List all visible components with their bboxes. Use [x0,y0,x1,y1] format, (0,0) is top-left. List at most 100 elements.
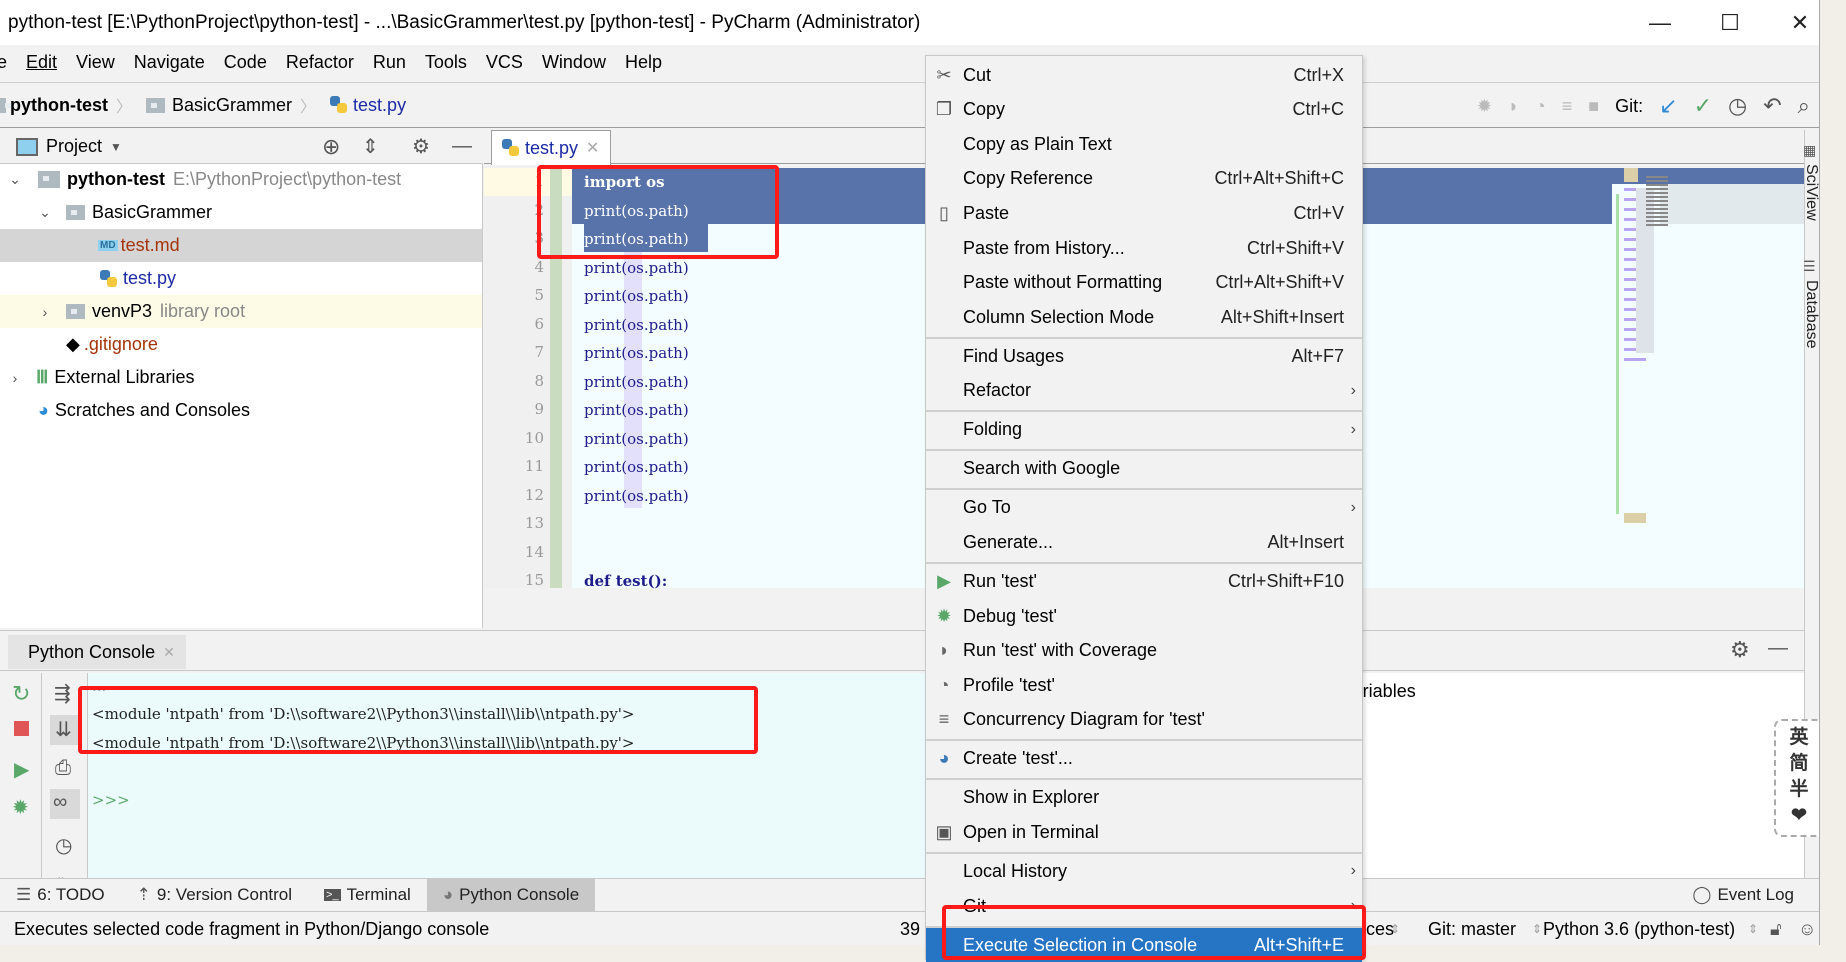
tree-item-project-root[interactable]: ⌄ python-test E:\PythonProject\python-te… [0,163,482,196]
hide-panel-icon[interactable]: — [1768,637,1788,660]
code-line[interactable]: print(os.path) [584,484,689,508]
coverage-icon[interactable]: ◗ [1508,96,1519,117]
menu-item-copy-as-plain-text[interactable]: Copy as Plain Text [926,127,1362,161]
menu-item-show-in-explorer[interactable]: Show in Explorer [926,781,1362,815]
git-update-icon[interactable]: ↙ [1659,93,1677,119]
menu-item-find-usages[interactable]: Find Usages Alt+F7 [926,339,1362,373]
menu-item-cut[interactable]: ✂ Cut Ctrl+X [926,58,1362,92]
menu-navigate[interactable]: Navigate [134,52,205,73]
interpreter-selector[interactable]: Python 3.6 (python-test) [1543,919,1735,940]
maximize-button[interactable]: ☐ [1695,0,1765,45]
tree-item-external-libraries[interactable]: › Ⅲ External Libraries [0,361,482,394]
code-line[interactable]: print(os.path) [584,341,689,365]
menu-item-run-test[interactable]: ▶ Run 'test' Ctrl+Shift+F10 [926,564,1362,598]
lock-icon[interactable]: 🔓︎ [1770,919,1782,940]
menu-item-create-test[interactable]: ◕ Create 'test'... [926,742,1362,776]
menu-vcs[interactable]: VCS [486,52,523,73]
cursor-position[interactable]: 39 [900,919,920,940]
expand-icon[interactable]: ⌄ [8,171,22,188]
dropdown-icon[interactable]: ▼ [110,140,122,154]
database-tab[interactable]: Database [1802,280,1819,349]
menu-item-generate[interactable]: Generate... Alt+Insert [926,525,1362,559]
stop-icon[interactable]: ■ [1588,96,1599,117]
menu-item-go-to[interactable]: Go To › [926,491,1362,525]
git-commit-icon[interactable]: ✓ [1694,93,1712,119]
project-view-selector[interactable]: Project [46,136,102,157]
settings-icon[interactable]: ⚙ [1730,637,1750,663]
menu-refactor[interactable]: Refactor [286,52,354,73]
code-line[interactable]: print(os.path) [584,284,689,308]
menu-file[interactable]: e [0,52,7,73]
expand-icon[interactable]: › [38,304,52,320]
stop-icon[interactable] [14,721,29,736]
tree-item-scratches[interactable]: ◕ Scratches and Consoles [0,394,482,427]
debug-icon[interactable]: ✹ [12,795,29,820]
code-line[interactable]: print(os.path) [584,313,689,337]
collapse-all-icon[interactable]: ⇕ [362,134,379,159]
menu-item-paste-without-formatting[interactable]: Paste without Formatting Ctrl+Alt+Shift+V [926,266,1362,300]
history-icon[interactable]: ◷ [1728,93,1747,119]
expand-icon[interactable]: ⌄ [38,204,52,221]
tool-tab-version-control[interactable]: ⇡ 9: Version Control [121,878,308,912]
search-icon[interactable]: ⌕ [1798,93,1810,119]
debug-icon[interactable]: ✹ [1477,96,1492,117]
menu-item-local-history[interactable]: Local History › [926,854,1362,888]
settings-icon[interactable]: ⚙ [412,134,430,159]
event-log-button[interactable]: ◯ Event Log [1676,878,1810,912]
run-icon[interactable]: ▶ [14,757,29,782]
close-button[interactable]: ✕ [1765,0,1819,45]
menu-item-refactor[interactable]: Refactor › [926,374,1362,408]
menu-window[interactable]: Window [542,52,606,73]
code-line[interactable]: print(os.path) [584,370,689,394]
tree-item-basicgrammer[interactable]: ⌄ BasicGrammer [0,196,482,229]
menu-item-paste[interactable]: ▯ Paste Ctrl+V [926,196,1362,230]
menu-item-concurrency-diagram-for-test[interactable]: ≡ Concurrency Diagram for 'test' [926,703,1362,737]
soft-wrap-icon[interactable]: ⇶ [54,681,71,706]
minimize-button[interactable]: — [1625,0,1695,45]
menu-view[interactable]: View [76,52,115,73]
menu-help[interactable]: Help [625,52,662,73]
menu-run[interactable]: Run [373,52,406,73]
concurrency-icon[interactable]: ≡ [1562,96,1573,117]
print-icon[interactable]: ⎙ [55,757,71,780]
menu-tools[interactable]: Tools [425,52,467,73]
code-line[interactable]: print(os.path) [584,455,689,479]
tree-item-venvp3[interactable]: › venvP3 library root [0,295,482,328]
close-tab-icon[interactable]: ✕ [163,644,175,661]
hide-panel-icon[interactable]: — [452,135,472,158]
expand-icon[interactable]: › [8,370,22,386]
tree-item-test-md[interactable]: MD test.md [0,229,482,262]
menu-item-copy-reference[interactable]: Copy Reference Ctrl+Alt+Shift+C [926,162,1362,196]
menu-item-column-selection-mode[interactable]: Column Selection Mode Alt+Shift+Insert [926,300,1362,334]
breadcrumb-project[interactable]: python-test 〉 [0,93,140,117]
menu-item-open-in-terminal[interactable]: ▣ Open in Terminal [926,815,1362,849]
tool-tab-terminal[interactable]: >_ Terminal [308,878,427,912]
menu-code[interactable]: Code [224,52,267,73]
profile-icon[interactable]: ◔ [1535,96,1546,117]
sciview-tab[interactable]: SciView [1802,164,1819,221]
menu-item-folding[interactable]: Folding › [926,413,1362,447]
ime-widget[interactable]: 英简半 ❤ [1774,719,1819,837]
breadcrumb-folder[interactable]: BasicGrammer 〉 [146,93,324,117]
menu-item-copy[interactable]: ❐ Copy Ctrl+C [926,93,1362,127]
breadcrumb-file[interactable]: test.py [330,95,406,116]
console-tab[interactable]: Python Console ✕ [8,635,186,669]
menu-item-search-with-google[interactable]: Search with Google [926,452,1362,486]
menu-item-debug-test[interactable]: ✹ Debug 'test' [926,599,1362,633]
history-icon[interactable]: ◷ [55,833,72,858]
scroll-to-end-icon[interactable]: ⇊ [55,717,72,742]
tool-tab-todo[interactable]: ☰ 6: TODO [0,878,121,912]
menu-item-run-test-with-coverage[interactable]: ◗ Run 'test' with Coverage [926,634,1362,668]
close-tab-icon[interactable]: ✕ [586,138,599,158]
git-branch[interactable]: Git: master [1428,919,1516,940]
editor-tab-test-py[interactable]: test.py ✕ [491,130,611,165]
revert-icon[interactable]: ↶ [1763,93,1781,119]
inspector-icon[interactable]: ☺ [1798,919,1816,940]
locate-icon[interactable]: ⊕ [322,134,340,160]
menu-item-paste-from-history[interactable]: Paste from History... Ctrl+Shift+V [926,231,1362,265]
code-line[interactable]: print(os.path) [584,427,689,451]
rerun-icon[interactable]: ↻ [12,681,30,707]
tool-tab-python-console[interactable]: ◕ Python Console [426,878,596,912]
tree-item-gitignore[interactable]: ◆ .gitignore [0,328,482,361]
menu-item-profile-test[interactable]: ◔ Profile 'test' [926,668,1362,702]
